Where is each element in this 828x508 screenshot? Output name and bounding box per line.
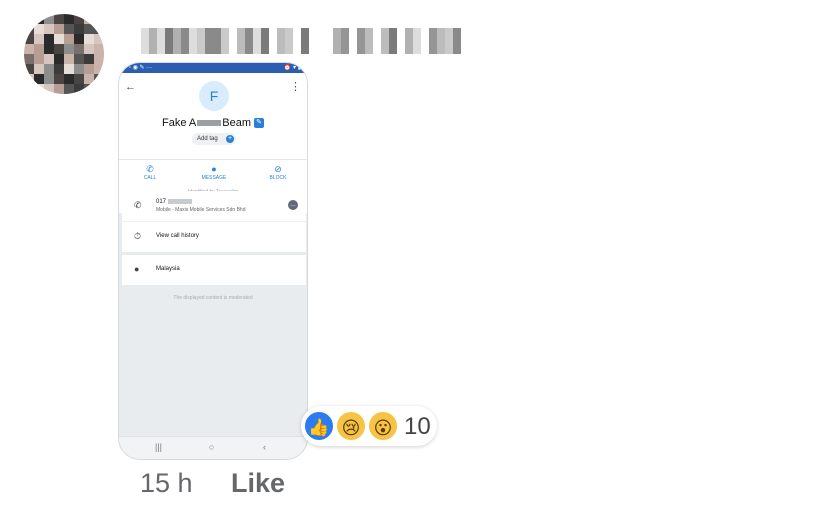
add-tag-chip: Add tag + <box>192 133 236 145</box>
status-bar: ▪ ▫ ◉ ✎ ··· ⏰ ▾ ▮ <box>119 63 307 73</box>
message-action: ● MESSAGE <box>189 163 239 181</box>
comment-timestamp[interactable]: 15 h <box>140 468 193 499</box>
number-redaction <box>167 199 192 204</box>
contact-name: Fake A Beam ✎ <box>119 117 307 129</box>
status-icons-left: ▪ ▫ ◉ ✎ ··· <box>125 65 153 71</box>
block-action: ⊘ BLOCK <box>253 163 303 181</box>
more-options-icon: ⋮ <box>290 81 301 93</box>
like-reaction-icon: 👍 <box>303 410 335 442</box>
plus-icon: + <box>226 135 234 143</box>
call-label: CALL <box>143 175 157 181</box>
phone-icon: ✆ <box>146 164 154 174</box>
number-card: ✆ 017 Mobile - Maxis Mobile Services Sdn… <box>122 191 306 252</box>
commenter-name-blurred[interactable] <box>141 28 461 54</box>
phone-number-prefix: 017 <box>156 199 167 206</box>
location-label: Malaysia <box>156 266 180 272</box>
call-history-label: View call history <box>156 233 199 239</box>
back-icon: ‹ <box>263 442 266 452</box>
message-icon: ● <box>211 164 217 174</box>
location-card: ● Malaysia <box>122 255 306 285</box>
reactions-summary[interactable]: 👍 😢 😮 10 <box>301 406 437 446</box>
name-redaction <box>197 120 222 127</box>
edit-icon: ✎ <box>254 118 264 129</box>
carrier-text: Mobile - Maxis Mobile Services Sdn Bhd <box>156 207 246 213</box>
moderated-note: The displayed content is moderated <box>173 295 253 301</box>
number-row: ✆ 017 Mobile - Maxis Mobile Services Sdn… <box>122 191 306 221</box>
phone-number: 017 <box>156 199 192 205</box>
sad-reaction-icon: 😢 <box>335 410 367 442</box>
home-icon: ○ <box>209 442 215 452</box>
add-tag-label: Add tag <box>197 136 218 142</box>
back-arrow-icon: ← <box>125 81 136 93</box>
history-icon: ⏱ <box>134 231 142 241</box>
contact-actions: ✆ CALL ● MESSAGE ⊘ BLOCK <box>119 159 307 188</box>
contact-initial-avatar: F <box>199 81 229 111</box>
message-label: MESSAGE <box>201 175 227 181</box>
reaction-count: 10 <box>404 413 431 440</box>
phone-icon: ✆ <box>134 200 142 210</box>
avatar[interactable] <box>24 14 104 94</box>
wow-reaction-icon: 😮 <box>367 410 399 442</box>
block-icon: ⊘ <box>274 164 282 174</box>
android-nav-bar: ||| ○ ‹ <box>119 436 307 459</box>
block-label: BLOCK <box>269 175 287 181</box>
contact-name-prefix: Fake A <box>162 117 197 129</box>
contact-name-suffix: Beam <box>222 117 251 129</box>
location-row: ● Malaysia <box>122 255 306 285</box>
location-pin-icon: ● <box>134 264 140 274</box>
like-button[interactable]: Like <box>231 468 285 499</box>
call-action: ✆ CALL <box>125 163 175 181</box>
status-icons-right: ⏰ ▾ ▮ <box>283 65 301 71</box>
attached-screenshot[interactable]: ▪ ▫ ◉ ✎ ··· ⏰ ▾ ▮ ← ⋮ F Fake A Beam ✎ Add … <box>118 62 308 460</box>
recents-icon: ||| <box>155 442 163 452</box>
chat-icon: … <box>288 200 298 210</box>
call-history-row: ⏱ View call history <box>122 221 306 252</box>
